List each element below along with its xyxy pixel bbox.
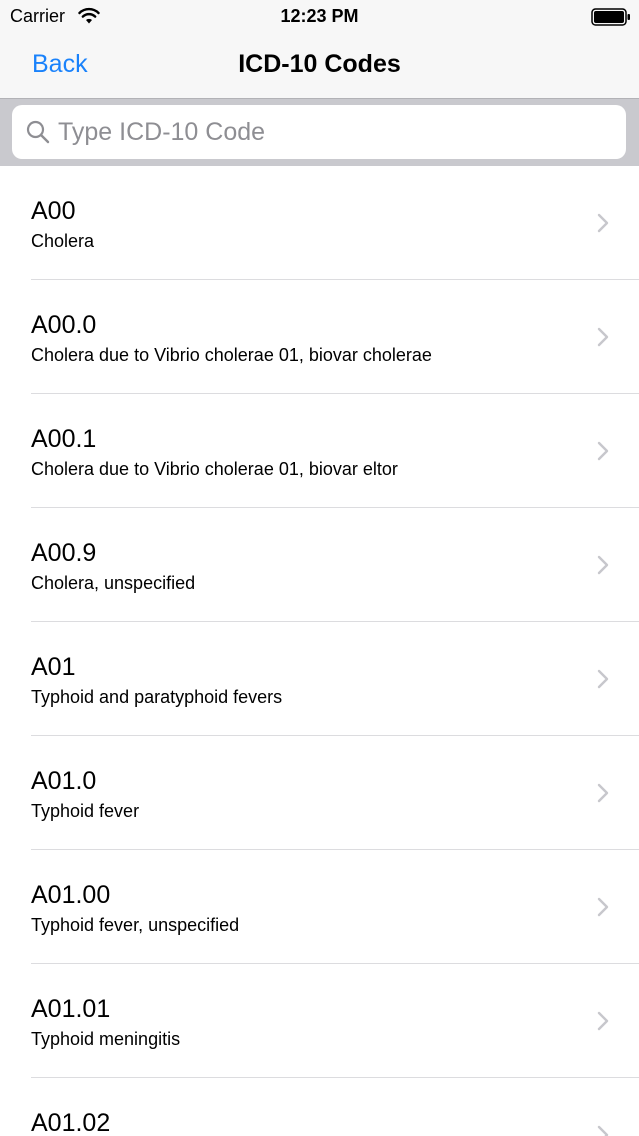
search-placeholder: Type ICD-10 Code (58, 118, 266, 146)
search-input[interactable]: Type ICD-10 Code (12, 105, 626, 159)
chevron-right-icon (597, 896, 609, 918)
list-item[interactable]: A00 Cholera (0, 166, 639, 280)
page-title: ICD-10 Codes (238, 50, 401, 78)
list-item[interactable]: A01.01 Typhoid meningitis (0, 964, 639, 1078)
status-bar: Carrier 12:23 PM (0, 0, 639, 34)
list-item[interactable]: A01.00 Typhoid fever, unspecified (0, 850, 639, 964)
item-description: Cholera (31, 231, 95, 251)
chevron-right-icon (597, 440, 609, 462)
item-description: Cholera, unspecified (31, 573, 196, 593)
chevron-right-icon (597, 668, 609, 690)
chevron-right-icon (597, 782, 609, 804)
codes-list: A00 Cholera A00.0 Cholera due to Vibrio … (0, 166, 639, 1136)
item-description: Cholera due to Vibrio cholerae 01, biova… (31, 345, 432, 365)
item-description: Typhoid meningitis (31, 1029, 181, 1049)
item-description: Typhoid fever (31, 801, 140, 821)
chevron-right-icon (597, 1010, 609, 1032)
list-item[interactable]: A01.0 Typhoid fever (0, 736, 639, 850)
list-item[interactable]: A00.9 Cholera, unspecified (0, 508, 639, 622)
item-code: A00 (31, 197, 76, 225)
item-code: A00.9 (31, 539, 97, 567)
battery-icon (591, 8, 631, 26)
item-description: Cholera due to Vibrio cholerae 01, biova… (31, 459, 398, 479)
chevron-right-icon (597, 212, 609, 234)
item-code: A01.01 (31, 995, 111, 1023)
list-item[interactable]: A00.0 Cholera due to Vibrio cholerae 01,… (0, 280, 639, 394)
chevron-right-icon (597, 326, 609, 348)
item-code: A01.02 (31, 1109, 111, 1136)
list-item[interactable]: A00.1 Cholera due to Vibrio cholerae 01,… (0, 394, 639, 508)
item-code: A01.00 (31, 881, 111, 909)
chevron-right-icon (597, 1124, 609, 1136)
chevron-right-icon (597, 554, 609, 576)
search-bar: Type ICD-10 Code (0, 98, 639, 166)
status-time: 12:23 PM (280, 6, 359, 26)
item-description: Typhoid and paratyphoid fevers (31, 687, 283, 707)
item-code: A00.0 (31, 311, 97, 339)
item-code: A01.0 (31, 767, 97, 795)
item-description: Typhoid fever, unspecified (31, 915, 240, 935)
search-icon (26, 120, 50, 144)
item-code: A01 (31, 653, 76, 681)
item-code: A00.1 (31, 425, 97, 453)
navigation-bar: Back ICD-10 Codes (0, 34, 639, 98)
list-item[interactable]: A01.02 (0, 1078, 639, 1136)
list-item[interactable]: A01 Typhoid and paratyphoid fevers (0, 622, 639, 736)
